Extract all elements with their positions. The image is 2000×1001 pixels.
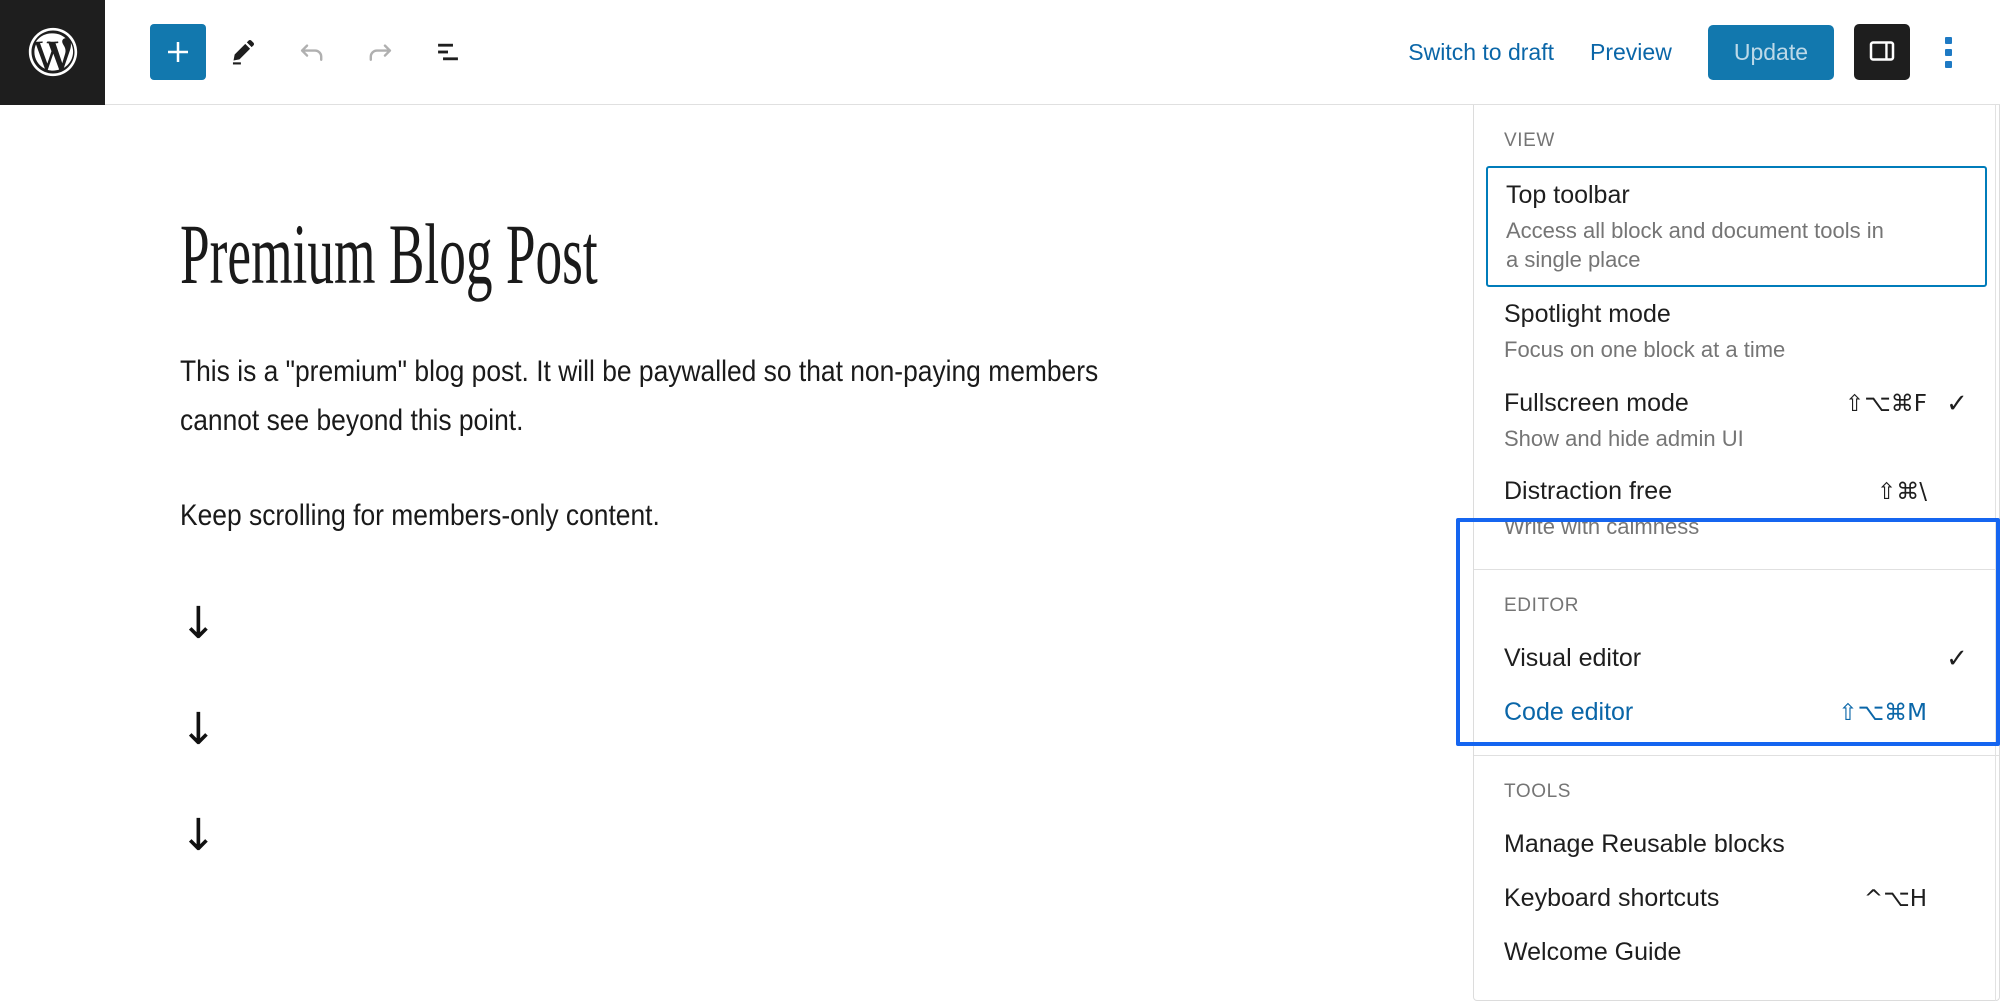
- menu-item-text: Manage Reusable blocks: [1504, 828, 1927, 860]
- menu-group-tools: TOOLS Manage Reusable blocks ✓ Keyboard sho…: [1474, 756, 1999, 979]
- menu-item-manage-reusable-blocks[interactable]: Manage Reusable blocks ✓: [1474, 817, 1999, 871]
- post-arrow-block[interactable]: ↓: [180, 602, 1293, 646]
- menu-item-title: Top toolbar: [1506, 181, 1630, 209]
- menu-group-label: TOOLS: [1504, 780, 1572, 802]
- menu-group-label: EDITOR: [1504, 594, 1580, 616]
- menu-item-title: Fullscreen mode: [1504, 388, 1689, 417]
- list-view-icon: [431, 35, 465, 69]
- more-options-dropdown: VIEW Top toolbar Access all block and docu…: [1473, 105, 2000, 1001]
- menu-item-description: Write with calmness: [1504, 514, 1700, 540]
- editor-header: Switch to draft Preview Update: [0, 0, 2000, 105]
- more-options-button[interactable]: [1922, 24, 1974, 80]
- menu-item-checkmark: ✓: [1946, 388, 1968, 419]
- post-title[interactable]: Premium Blog Post: [180, 206, 870, 302]
- post-content: Premium Blog Post This is a "premium" bl…: [0, 106, 1473, 858]
- menu-item-welcome-guide[interactable]: Welcome Guide ✓: [1474, 925, 1999, 979]
- vertical-dots-icon: [1944, 36, 1952, 68]
- wordpress-logo-icon: [24, 23, 82, 81]
- settings-sidebar-toggle-button[interactable]: [1854, 24, 1910, 80]
- menu-item-text: Keyboard shortcuts: [1504, 882, 1864, 914]
- menu-item-meta: ✓: [1927, 936, 1969, 968]
- post-arrow-block[interactable]: ↓: [180, 708, 1293, 752]
- menu-item-shortcut: ⇧⌘\: [1876, 479, 1927, 506]
- menu-item-description: Show and hide admin UI: [1504, 425, 1744, 451]
- settings-sidebar-icon: [1867, 36, 1897, 69]
- switch-to-draft-button[interactable]: Switch to draft: [1390, 25, 1572, 80]
- pencil-icon: [227, 35, 261, 69]
- menu-item-title: Welcome Guide: [1504, 937, 1682, 966]
- menu-item-text: Spotlight mode Focus on one block at a ti…: [1504, 298, 1927, 365]
- menu-item-text: Code editor: [1504, 696, 1838, 728]
- menu-group-label: VIEW: [1504, 130, 1555, 151]
- menu-item-top-toolbar[interactable]: Top toolbar Access all block and document…: [1486, 166, 1987, 288]
- menu-item-shortcut: ⇧⌥⌘M: [1838, 699, 1927, 726]
- menu-item-meta: ⇧⌥⌘M✓: [1838, 696, 1969, 728]
- wordpress-logo-button[interactable]: [0, 0, 105, 105]
- menu-item-shortcut: ⇧⌥⌘F: [1844, 390, 1927, 417]
- undo-arrow-icon: [295, 35, 329, 69]
- menu-item-title: Distraction free: [1504, 477, 1673, 506]
- details-button[interactable]: [418, 22, 478, 82]
- wordpress-block-editor: Switch to draft Preview Update Premium B…: [0, 0, 2000, 1001]
- menu-item-meta: ✓: [1927, 828, 1969, 860]
- menu-item-meta: ✓: [1927, 642, 1969, 674]
- header-right-actions: Switch to draft Preview Update: [1390, 24, 2000, 80]
- editor-canvas[interactable]: Premium Blog Post This is a "premium" bl…: [0, 106, 1473, 1001]
- block-inserter-button[interactable]: [150, 24, 206, 80]
- post-arrow-block[interactable]: ↓: [180, 814, 1293, 858]
- menu-item-fullscreen-mode[interactable]: Fullscreen mode Show and hide admin UI ⇧⌥⌘…: [1474, 376, 1999, 465]
- menu-item-description: Focus on one block at a time: [1504, 337, 1786, 363]
- menu-item-spotlight-mode[interactable]: Spotlight mode Focus on one block at a ti…: [1474, 287, 1999, 376]
- menu-item-distraction-free[interactable]: Distraction free Write with calmness ⇧⌘\✓: [1474, 464, 1999, 553]
- menu-item-text: Visual editor: [1504, 642, 1927, 674]
- menu-item-text: Distraction free Write with calmness: [1504, 475, 1877, 542]
- menu-item-meta: ⇧⌘\✓: [1877, 475, 1969, 507]
- menu-item-meta: ⇧⌥⌘F ✓: [1845, 387, 1969, 419]
- menu-item-meta: ✓: [1925, 179, 1967, 211]
- redo-arrow-icon: [363, 35, 397, 69]
- undo-button[interactable]: [282, 22, 342, 82]
- post-paragraph[interactable]: This is a "premium" blog post. It will b…: [180, 348, 1159, 445]
- menu-item-checkmark: ✓: [1946, 643, 1968, 674]
- menu-item-title: Spotlight mode: [1504, 300, 1671, 329]
- redo-button[interactable]: [350, 22, 410, 82]
- menu-item-title: Visual editor: [1504, 643, 1642, 672]
- menu-item-visual-editor[interactable]: Visual editor ✓: [1474, 631, 1999, 685]
- menu-item-description: Access all block and document tools in a…: [1506, 218, 1884, 272]
- plus-icon: [163, 37, 193, 67]
- menu-item-text: Welcome Guide: [1504, 936, 1927, 968]
- post-paragraph[interactable]: Keep scrolling for members-only content.: [180, 492, 1159, 541]
- header-left-toolbar: [150, 22, 478, 82]
- menu-item-meta: ✓: [1927, 298, 1969, 330]
- menu-item-shortcut: ^⌥H: [1863, 885, 1927, 912]
- menu-item-title: Keyboard shortcuts: [1504, 883, 1720, 912]
- menu-item-code-editor[interactable]: Code editor ⇧⌥⌘M✓: [1474, 685, 1999, 739]
- preview-button[interactable]: Preview: [1572, 25, 1690, 80]
- menu-group-editor: EDITOR Visual editor ✓ Code editor ⇧⌥⌘M✓: [1474, 570, 1999, 739]
- menu-item-text: Top toolbar Access all block and document…: [1506, 179, 1925, 274]
- menu-item-keyboard-shortcuts[interactable]: Keyboard shortcuts ^⌥H✓: [1474, 871, 1999, 925]
- menu-item-title: Manage Reusable blocks: [1504, 829, 1785, 858]
- menu-item-meta: ^⌥H✓: [1864, 882, 1969, 914]
- update-button[interactable]: Update: [1707, 24, 1834, 80]
- panel-right-edge: [1995, 105, 1996, 1001]
- edit-tool-button[interactable]: [214, 22, 274, 82]
- menu-group-view: VIEW Top toolbar Access all block and docu…: [1474, 105, 1999, 553]
- menu-item-title: Code editor: [1504, 697, 1634, 726]
- menu-item-text: Fullscreen mode Show and hide admin UI: [1504, 387, 1845, 454]
